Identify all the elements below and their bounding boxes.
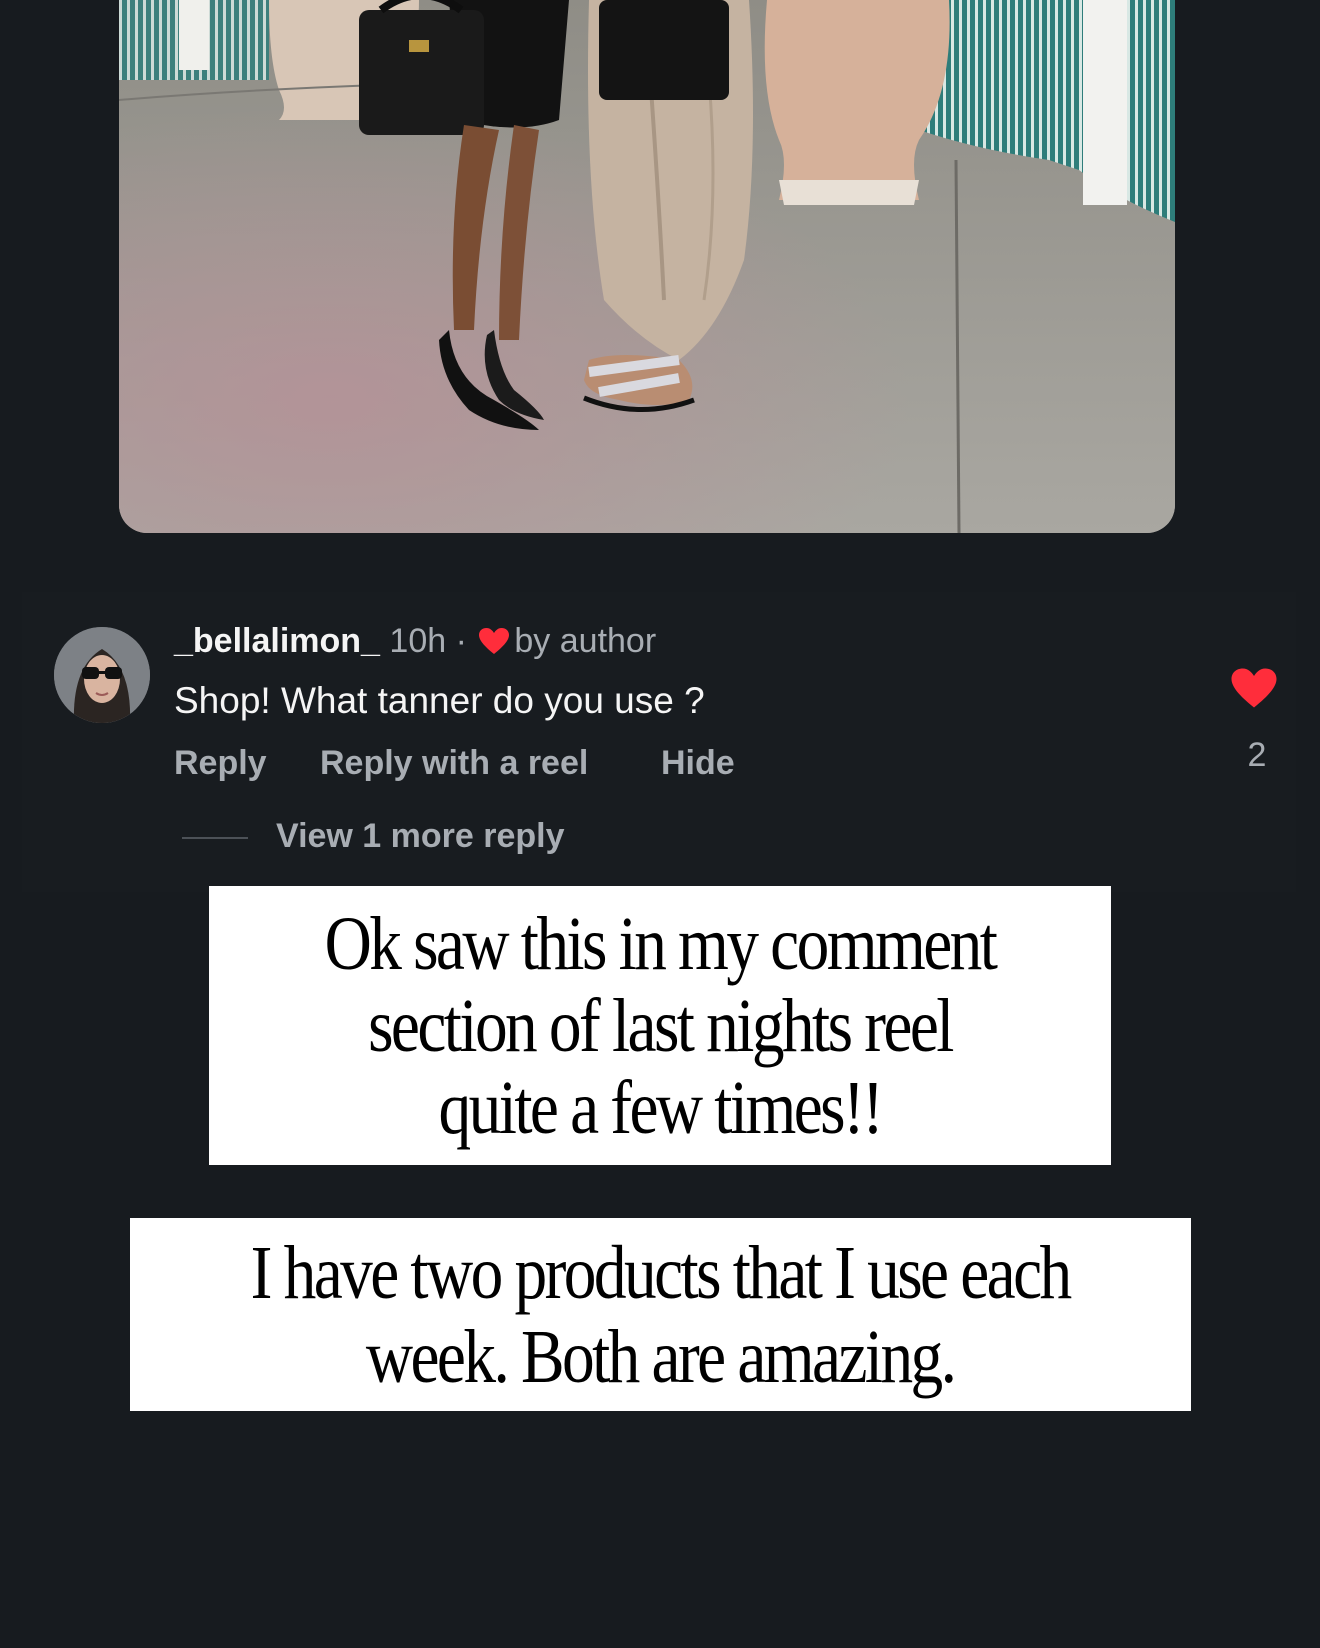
divider (182, 837, 248, 840)
avatar-image (54, 627, 150, 723)
reply-button[interactable]: Reply (174, 744, 267, 782)
caption-1-line-1: Ok saw this in my comment (324, 901, 998, 986)
caption-1-line-3: quite a few times!! (438, 1065, 884, 1150)
comment-actions: Reply Reply with a reel Hide (174, 744, 735, 783)
caption-2-line-2: week. Both are amazing. (366, 1314, 957, 1399)
like-count: 2 (1247, 736, 1267, 774)
separator-dot: · (455, 622, 467, 660)
like-heart-icon[interactable] (1230, 667, 1278, 714)
hide-button[interactable]: Hide (661, 744, 735, 783)
comment-header: _bellalimon_ 10h · by author (174, 622, 656, 664)
reply-with-reel-button[interactable]: Reply with a reel (320, 744, 588, 783)
comment-text: Shop! What tanner do you use ? (174, 680, 705, 721)
avatar[interactable] (54, 627, 150, 723)
caption-box-2: I have two products that I use each week… (130, 1218, 1191, 1411)
comment: _bellalimon_ 10h · by author Shop! What … (22, 592, 1296, 892)
liked-by-author-label: by author (514, 622, 657, 660)
photo-illustration (119, 0, 1175, 533)
view-more-replies-button[interactable]: View 1 more reply (182, 817, 565, 856)
view-more-label: View 1 more reply (276, 817, 565, 855)
caption-2-line-1: I have two products that I use each (251, 1230, 1073, 1315)
heart-icon (478, 625, 510, 664)
comment-username[interactable]: _bellalimon_ (174, 622, 380, 660)
caption-box-1: Ok saw this in my comment section of las… (209, 886, 1111, 1165)
comment-time: 10h (389, 622, 447, 660)
post-photo[interactable] (119, 0, 1175, 533)
caption-1-line-2: section of last nights reel (368, 983, 954, 1068)
